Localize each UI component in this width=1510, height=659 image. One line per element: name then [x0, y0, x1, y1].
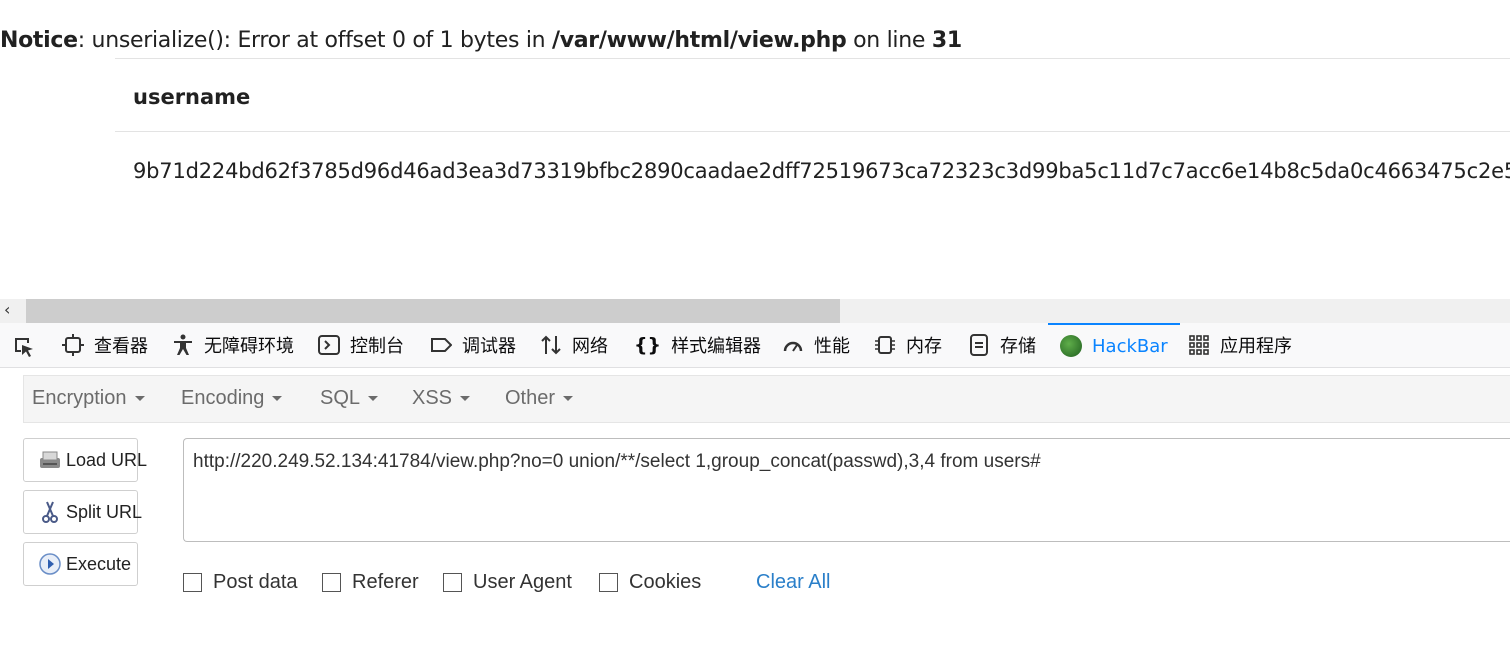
tab-label: 存储: [1000, 336, 1036, 357]
element-picker-icon[interactable]: [12, 335, 36, 364]
application-icon: [1188, 334, 1210, 356]
caret-down-icon: [272, 396, 283, 402]
notice-label: Notice: [0, 28, 78, 53]
load-url-label: Load URL: [66, 449, 148, 470]
tab-label: 查看器: [94, 336, 148, 357]
horizontal-scrollbar[interactable]: ‹: [0, 299, 1510, 323]
scroll-left-arrow-icon[interactable]: ‹: [4, 300, 10, 319]
console-icon: [318, 334, 340, 356]
hackbar-icon: [1060, 335, 1082, 357]
clear-all-link[interactable]: Clear All: [756, 571, 830, 594]
user-agent-option[interactable]: User Agent: [443, 571, 572, 594]
debugger-icon: [430, 334, 452, 356]
cookies-checkbox[interactable]: [599, 573, 618, 592]
url-text[interactable]: http://220.249.52.134:41784/view.php?no=…: [193, 451, 1041, 473]
split-url-button[interactable]: Split URL: [23, 490, 142, 534]
scrollbar-thumb[interactable]: [26, 299, 840, 323]
referer-option[interactable]: Referer: [322, 571, 419, 594]
url-textarea[interactable]: http://220.249.52.134:41784/view.php?no=…: [183, 438, 1510, 542]
tab-label: 控制台: [350, 336, 404, 357]
tab-accessibility[interactable]: 无障碍环境: [172, 323, 294, 367]
load-url-button[interactable]: Load URL: [23, 438, 147, 482]
caret-down-icon: [563, 396, 574, 402]
notice-on-line: on line: [846, 28, 932, 53]
table-cell-username-value: 9b71d224bd62f3785d96d46ad3ea3d73319bfbc2…: [133, 159, 1510, 183]
execute-label: Execute: [66, 553, 132, 574]
tab-style-editor[interactable]: {} 样式编辑器: [634, 323, 761, 367]
tab-label: 样式编辑器: [671, 336, 762, 357]
load-url-icon: [38, 448, 62, 472]
tab-inspector[interactable]: 查看器: [62, 323, 148, 367]
tab-label: 内存: [906, 336, 942, 357]
tab-network[interactable]: 网络: [540, 323, 608, 367]
tab-storage[interactable]: 存储: [968, 323, 1036, 367]
referer-checkbox[interactable]: [322, 573, 341, 592]
post-data-option[interactable]: Post data: [183, 571, 298, 594]
post-data-checkbox[interactable]: [183, 573, 202, 592]
tab-label: 性能: [814, 336, 850, 357]
notice-message: : unserialize(): Error at offset 0 of 1 …: [77, 28, 552, 53]
memory-icon: [874, 334, 896, 356]
tab-performance[interactable]: 性能: [782, 323, 850, 367]
tab-memory[interactable]: 内存: [874, 323, 942, 367]
performance-icon: [782, 334, 804, 356]
tab-label: 调试器: [462, 336, 516, 357]
style-editor-icon: {}: [634, 334, 662, 356]
caret-down-icon: [460, 396, 471, 402]
tab-label: 应用程序: [1220, 336, 1292, 357]
inspector-icon: [62, 334, 84, 356]
tab-hackbar[interactable]: HackBar: [1048, 323, 1180, 367]
scissors-icon: [38, 500, 62, 524]
tab-debugger[interactable]: 调试器: [430, 323, 516, 367]
tab-label: 无障碍环境: [204, 336, 294, 357]
tab-console[interactable]: 控制台: [318, 323, 404, 367]
execute-button[interactable]: Execute: [23, 542, 138, 586]
cookies-option[interactable]: Cookies: [599, 571, 701, 594]
user-agent-checkbox[interactable]: [443, 573, 462, 592]
menu-encoding[interactable]: Encoding: [181, 387, 283, 410]
caret-down-icon: [368, 396, 379, 402]
split-url-label: Split URL: [66, 501, 143, 522]
hackbar-menu: Encryption Encoding SQL XSS Other: [23, 375, 1510, 423]
tab-application[interactable]: 应用程序: [1188, 323, 1292, 367]
caret-down-icon: [134, 396, 145, 402]
play-icon: [38, 552, 62, 576]
table-header-username: username: [133, 85, 251, 109]
menu-xss[interactable]: XSS: [412, 387, 471, 410]
result-table: username 9b71d224bd62f3785d96d46ad3ea3d7…: [115, 58, 1510, 208]
menu-encryption[interactable]: Encryption: [32, 387, 145, 410]
network-icon: [540, 334, 562, 356]
tab-label: HackBar: [1092, 335, 1168, 357]
menu-other[interactable]: Other: [505, 387, 574, 410]
php-notice: Notice: unserialize(): Error at offset 0…: [0, 28, 962, 53]
tab-label: 网络: [572, 336, 608, 357]
menu-sql[interactable]: SQL: [320, 387, 379, 410]
devtools-toolbar: 查看器 无障碍环境 控制台 调试器 网络 {} 样式编辑器 性能 内存 存储 H…: [0, 323, 1510, 368]
storage-icon: [968, 334, 990, 356]
notice-line-number: 31: [931, 28, 962, 53]
notice-path: /var/www/html/view.php: [551, 28, 847, 53]
accessibility-icon: [172, 334, 194, 356]
